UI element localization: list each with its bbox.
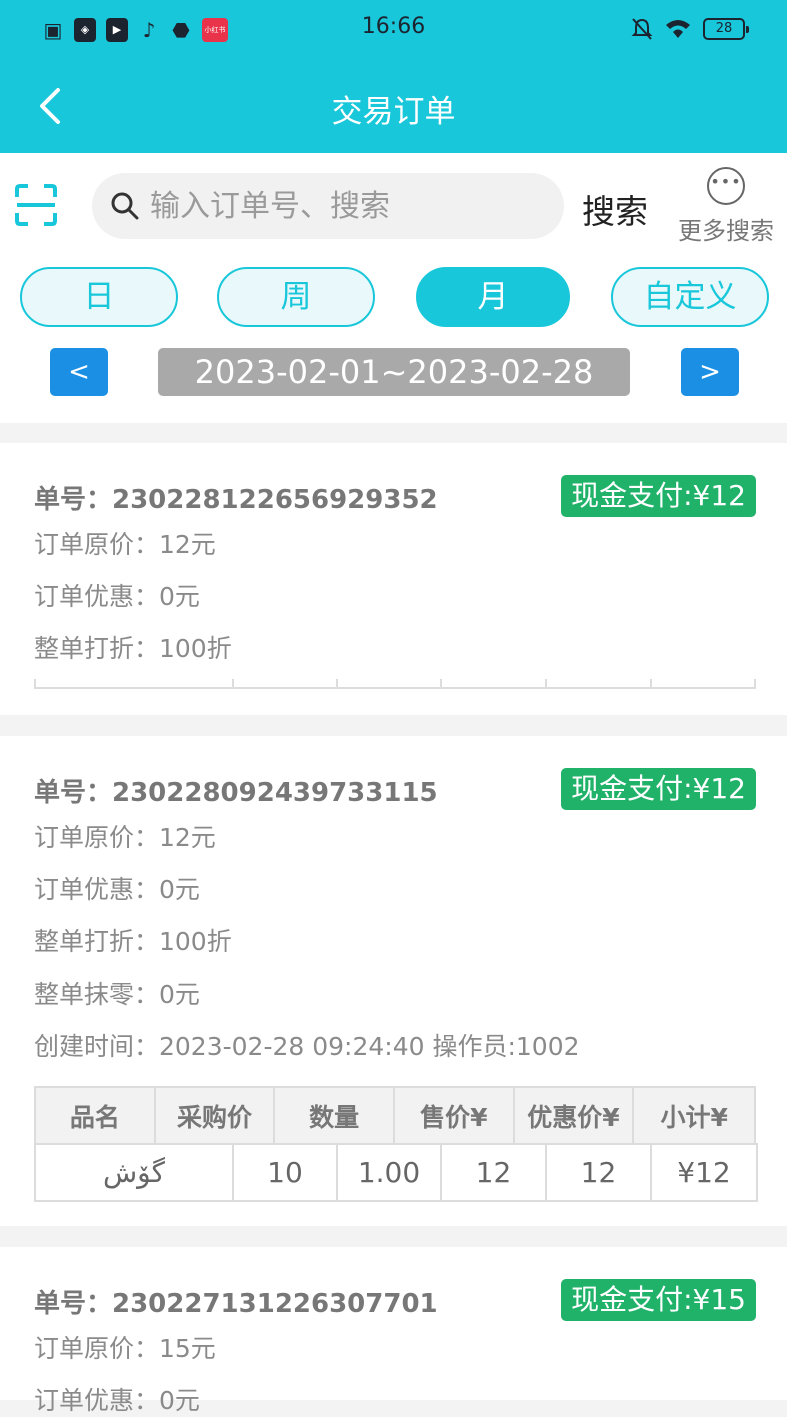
search-button[interactable]: 搜索 bbox=[582, 185, 648, 233]
wifi-icon bbox=[666, 20, 690, 38]
more-search-button[interactable]: ••• 更多搜索 bbox=[670, 167, 782, 246]
order-original-price: 订单原价：12元 bbox=[34, 530, 216, 559]
order-discount: 订单优惠：0元 bbox=[34, 1386, 200, 1415]
order-number: 单号：230227131226307701 bbox=[34, 1289, 438, 1319]
payment-badge: 现金支付:¥12 bbox=[561, 768, 756, 810]
bell-off-icon bbox=[631, 18, 653, 40]
item-subtotal: ¥12 bbox=[650, 1143, 758, 1202]
period-month-button[interactable]: 月 bbox=[416, 267, 570, 327]
next-range-button[interactable]: > bbox=[681, 348, 739, 396]
status-bar: ▣ ◈ ▶ ♪ ⬣ 小红书 16:66 28 bbox=[0, 0, 787, 60]
col-header: 采购价 bbox=[153, 1086, 276, 1145]
order-created-time: 创建时间：2023-02-28 09:24:40 操作员:1002 bbox=[34, 1032, 580, 1061]
order-discount: 订单优惠：0元 bbox=[34, 582, 200, 611]
page-title: 交易订单 bbox=[331, 94, 456, 130]
table-header-row: 品名 采购价 数量 售价¥ 优惠价¥ 小计¥ bbox=[34, 1086, 756, 1145]
period-custom-button[interactable]: 自定义 bbox=[611, 267, 769, 327]
order-rate: 整单打折：100折 bbox=[34, 927, 232, 956]
item-cost: 10 bbox=[232, 1143, 338, 1202]
period-day-button[interactable]: 日 bbox=[20, 267, 178, 327]
item-price: 12 bbox=[440, 1143, 547, 1202]
system-icons: 28 bbox=[631, 17, 749, 41]
col-header: 售价¥ bbox=[392, 1086, 515, 1145]
order-card[interactable]: 单号：230227131226307701 现金支付:¥15 订单原价：15元 … bbox=[0, 1247, 787, 1415]
divider bbox=[34, 679, 756, 689]
search-icon bbox=[111, 192, 139, 220]
more-icon: ••• bbox=[707, 167, 745, 205]
scan-icon[interactable] bbox=[14, 183, 58, 227]
period-week-button[interactable]: 周 bbox=[217, 267, 375, 327]
order-card[interactable]: 单号：230228092439733115 现金支付:¥12 订单原价：12元 … bbox=[0, 736, 787, 1226]
payment-badge: 现金支付:¥15 bbox=[561, 1279, 756, 1321]
item-discount-price: 12 bbox=[545, 1143, 652, 1202]
col-header: 数量 bbox=[273, 1086, 395, 1145]
prev-range-button[interactable]: < bbox=[50, 348, 108, 396]
order-number: 单号：230228092439733115 bbox=[34, 778, 438, 808]
title-bar: 交易订单 bbox=[0, 60, 787, 153]
filter-panel: 搜索 ••• 更多搜索 日 周 月 自定义 < 2023-02-01~2023-… bbox=[0, 153, 787, 423]
order-rounding: 整单抹零：0元 bbox=[34, 980, 200, 1009]
item-name: گۆش bbox=[34, 1143, 234, 1202]
order-items-table: 品名 采购价 数量 售价¥ 优惠价¥ 小计¥ bbox=[34, 1086, 756, 1145]
order-rate: 整单打折：100折 bbox=[34, 634, 232, 663]
search-input[interactable] bbox=[150, 173, 550, 239]
item-qty: 1.00 bbox=[336, 1143, 442, 1202]
date-range: 2023-02-01~2023-02-28 bbox=[158, 348, 630, 396]
table-row: گۆش 10 1.00 12 12 ¥12 bbox=[34, 1143, 758, 1202]
order-discount: 订单优惠：0元 bbox=[34, 875, 200, 904]
col-header: 品名 bbox=[34, 1086, 156, 1145]
order-items-body: گۆش 10 1.00 12 12 ¥12 bbox=[34, 1143, 758, 1202]
payment-badge: 现金支付:¥12 bbox=[561, 475, 756, 517]
order-original-price: 订单原价：15元 bbox=[34, 1334, 216, 1363]
battery-icon: 28 bbox=[703, 18, 749, 40]
col-header: 小计¥ bbox=[632, 1086, 756, 1145]
order-card[interactable]: 单号：230228122656929352 现金支付:¥12 订单原价：12元 … bbox=[0, 443, 787, 715]
more-search-label: 更多搜索 bbox=[678, 217, 774, 245]
order-original-price: 订单原价：12元 bbox=[34, 823, 216, 852]
col-header: 优惠价¥ bbox=[512, 1086, 635, 1145]
order-number: 单号：230228122656929352 bbox=[34, 485, 438, 515]
search-box[interactable] bbox=[92, 173, 564, 239]
